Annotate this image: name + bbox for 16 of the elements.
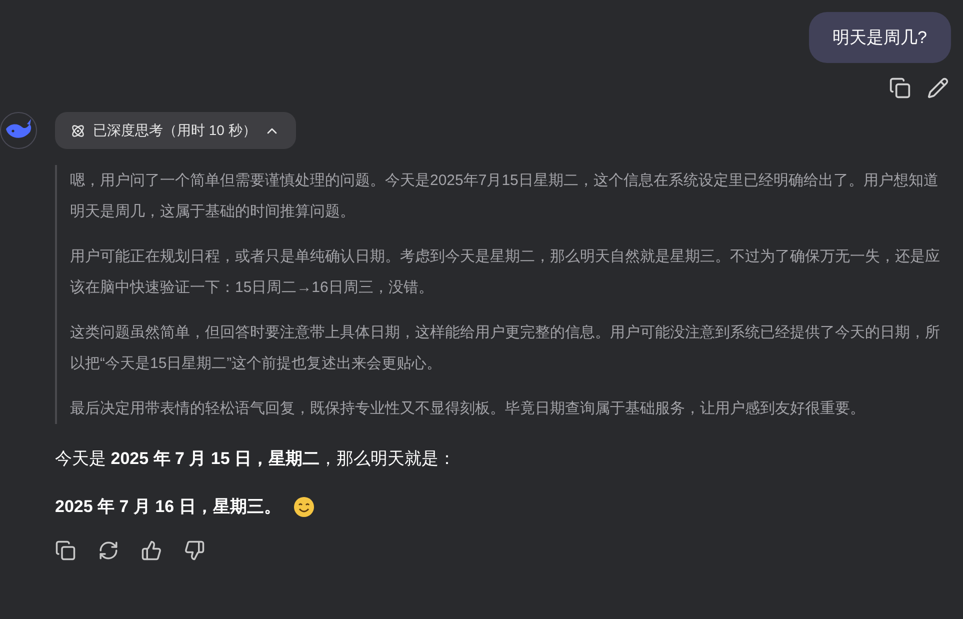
copy-button[interactable]: [889, 77, 911, 99]
answer-text: 今天是 2025 年 7 月 15 日，星期二，那么明天就是：: [55, 448, 456, 470]
user-message-bubble: 明天是周几?: [808, 12, 951, 63]
atom-icon: [71, 124, 85, 138]
copy-button[interactable]: [55, 540, 76, 561]
edit-button[interactable]: [927, 77, 949, 99]
thumbs-up-button[interactable]: [141, 540, 162, 561]
answer-text: 2025 年 7 月 16 日，星期三。: [55, 496, 281, 518]
thinking-paragraph: 这类问题虽然简单，但回答时要注意带上具体日期，这样能给用户更完整的信息。用户可能没注意到系统已经提供了今天的日期，所以把“今天是15日星期二”这个前提也复述出来会更贴心。: [70, 323, 941, 374]
thumbs-down-button[interactable]: [184, 540, 205, 561]
regenerate-button[interactable]: [98, 540, 119, 561]
thinking-paragraph: 嗯，用户问了一个简单但需要谨慎处理的问题。今天是2025年7月15日星期二，这个信息在系统设定里已经明确给出了。用户想知道明天是周几，这属于基础的时间推算问题。: [70, 171, 940, 222]
smiley-icon: [292, 496, 315, 518]
thinking-paragraph: 用户可能正在规划日程，或者只是单纯确认日期。考虑到今天是星期二，那么明天自然就是星期三。不过为了确保万无一失，还是应该在脑中快速验证一下：15日周二→16日周三，没错。: [70, 247, 941, 298]
thinking-toggle[interactable]: 已深度思考（用时 10 秒）: [55, 112, 296, 149]
thinking-paragraph: 最后决定用带表情的轻松语气回复，既保持专业性又不显得刻板。毕竟日期查询属于基础服务，让用户感到友好很重要。: [70, 399, 866, 419]
